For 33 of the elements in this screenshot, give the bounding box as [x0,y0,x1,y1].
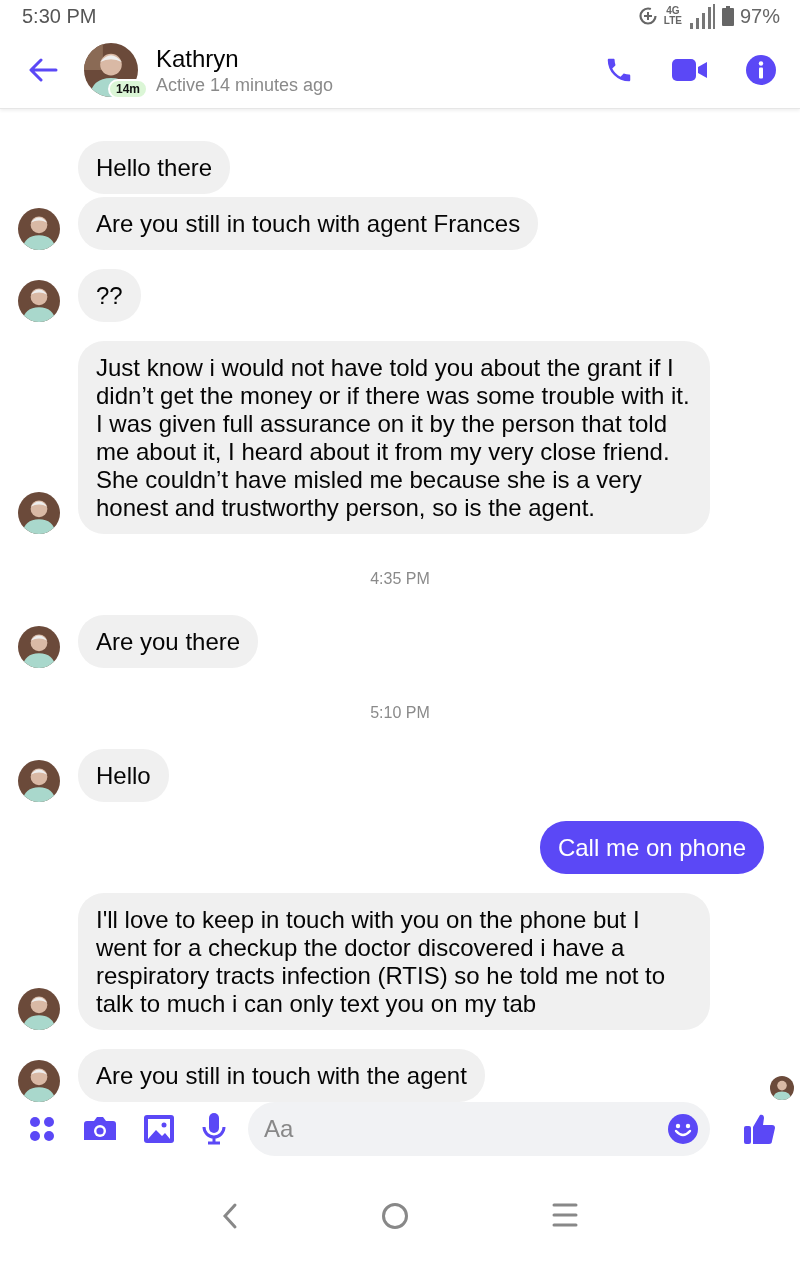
status-time: 5:30 PM [22,4,97,28]
message-bubble: Call me on phone [539,821,764,875]
active-time-badge: 14m [108,79,149,100]
menu-nav-icon[interactable] [552,1202,579,1229]
message-input-field[interactable]: Aa [248,1102,710,1157]
network-subtype: LTE [663,16,682,27]
message-bubble: Just know i would not have told you about the grant if I didn’t get the money or if there was some trouble with it. I was given full assurance on it by the person that told me about it, I heard about it from my very close friend. She couldn’t have misled me because she is a very honest and trustworthy person, so is the agent. [78,341,710,535]
battery-icon [721,6,734,27]
message-bubble: Are you there [78,615,259,669]
data-saver-icon [637,6,658,27]
message-bubble: Are you still in touch with agent Frances [78,197,539,251]
message-bubble: Are you still in touch with the agent [78,1049,485,1103]
message-bubble: Hello [78,749,169,803]
timestamp: 5:10 PM [370,704,430,723]
battery-percent: 97% [739,4,780,28]
message-bubble: ?? [78,269,141,323]
timestamp: 4:35 PM [370,570,430,589]
image-icon[interactable] [144,1115,174,1144]
microphone-icon[interactable] [202,1113,226,1146]
network-type: 4G [666,6,680,17]
apps-icon[interactable] [28,1115,56,1144]
signal-icon [687,3,716,30]
emoji-icon[interactable] [668,1114,698,1145]
message-bubble: Hello there [78,141,231,195]
back-nav-icon[interactable] [221,1202,238,1231]
video-camera-icon[interactable] [672,58,708,83]
home-nav-icon[interactable] [381,1202,409,1231]
info-icon[interactable] [746,55,776,86]
active-status: Active 14 minutes ago [156,74,335,96]
back-arrow-icon[interactable] [28,58,58,83]
contact-name: Kathryn [156,44,240,73]
message-bubble: I'll love to keep in touch with you on the phone but I went for a checkup the doctor discovered i have a respiratory tracts infection (RTIS) so he told me not to talk to much i can only text you on my tab [78,893,710,1031]
thumbs-up-icon[interactable] [744,1113,776,1146]
